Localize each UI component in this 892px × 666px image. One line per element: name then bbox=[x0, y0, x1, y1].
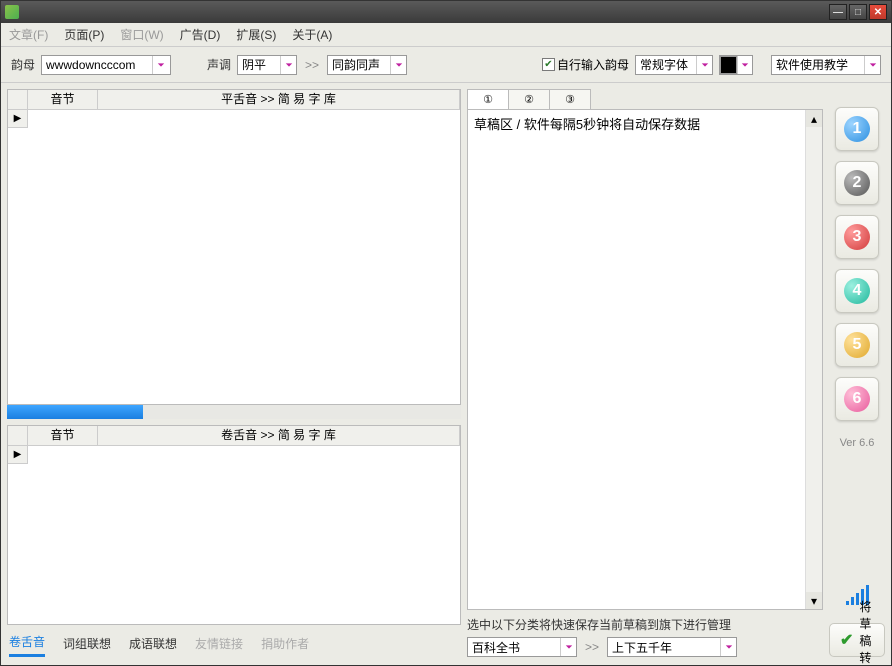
font-combo[interactable]: 常规字体 bbox=[635, 55, 713, 75]
color-dropdown-icon[interactable] bbox=[737, 56, 752, 74]
close-button[interactable]: ✕ bbox=[869, 4, 887, 20]
draft-textarea[interactable] bbox=[468, 110, 805, 609]
tab-juanshe[interactable]: 卷舌音 bbox=[9, 633, 45, 657]
self-input-checkbox[interactable]: ✔ 自行输入韵母 bbox=[542, 56, 629, 73]
yunmu-input[interactable] bbox=[42, 56, 152, 74]
scroll-up-icon[interactable]: ▴ bbox=[806, 110, 822, 127]
yunmu-dropdown-icon[interactable] bbox=[152, 56, 168, 74]
top-grid-body[interactable]: ▶ bbox=[8, 110, 460, 404]
category-hint: 选中以下分类将快速保存当前草稿到旗下进行管理 bbox=[467, 610, 823, 637]
tutorial-value: 软件使用教学 bbox=[772, 56, 864, 73]
bottom-grid-body[interactable]: ▶ bbox=[8, 446, 460, 624]
draft-tab-2[interactable]: ② bbox=[508, 89, 550, 109]
tutorial-dropdown-icon[interactable] bbox=[864, 56, 880, 74]
color-picker[interactable] bbox=[719, 55, 753, 75]
right-column: ① ② ③ ▴ ▾ 选中以下分类将快速保存当前草稿到旗下进行管理 百科全书 bbox=[467, 89, 885, 657]
tutorial-combo[interactable]: 软件使用教学 bbox=[771, 55, 881, 75]
save-draft-button[interactable]: ✔ 将草稿转存 bbox=[829, 623, 885, 657]
row-indicator-icon[interactable]: ▶ bbox=[8, 110, 28, 128]
separator-arrows: >> bbox=[303, 58, 321, 72]
menu-page[interactable]: 页面(P) bbox=[64, 26, 104, 43]
menu-ads[interactable]: 广告(D) bbox=[180, 26, 221, 43]
category1-combo[interactable]: 百科全书 bbox=[467, 637, 577, 657]
shengdiao-value: 阴平 bbox=[238, 56, 280, 73]
bottom-grid-header: 音节 卷舌音 >> 简 易 字 库 bbox=[8, 426, 460, 446]
toolbar: 韵母 声调 阴平 >> 同韵同声 ✔ 自行输入韵母 常规字体 bbox=[1, 47, 891, 83]
color-swatch bbox=[720, 56, 737, 74]
progress-bar[interactable] bbox=[7, 405, 461, 419]
col-pingshe[interactable]: 平舌音 >> 简 易 字 库 bbox=[98, 90, 460, 109]
minimize-button[interactable]: — bbox=[829, 4, 847, 20]
col-juanshe[interactable]: 卷舌音 >> 简 易 字 库 bbox=[98, 426, 460, 445]
draft-tab-1[interactable]: ① bbox=[467, 89, 509, 109]
draft-scrollbar[interactable]: ▴ ▾ bbox=[805, 110, 822, 609]
self-input-label: 自行输入韵母 bbox=[557, 56, 629, 73]
category2-dropdown-icon[interactable] bbox=[720, 638, 736, 656]
font-value: 常规字体 bbox=[636, 56, 696, 73]
preset-6-button[interactable]: 6 bbox=[835, 377, 879, 421]
tongyun-combo[interactable]: 同韵同声 bbox=[327, 55, 407, 75]
category-row: 百科全书 >> 上下五千年 bbox=[467, 637, 823, 657]
save-draft-label: 将草稿转存 bbox=[859, 598, 874, 666]
category2-combo[interactable]: 上下五千年 bbox=[607, 637, 737, 657]
top-grid-panel: 音节 平舌音 >> 简 易 字 库 ▶ bbox=[7, 89, 461, 405]
tab-cizhu[interactable]: 词组联想 bbox=[63, 635, 111, 656]
font-dropdown-icon[interactable] bbox=[696, 56, 712, 74]
preset-4-button[interactable]: 4 bbox=[835, 269, 879, 313]
preset-5-button[interactable]: 5 bbox=[835, 323, 879, 367]
preset-2-button[interactable]: 2 bbox=[835, 161, 879, 205]
app-icon bbox=[5, 5, 19, 19]
tab-links[interactable]: 友情链接 bbox=[195, 635, 243, 656]
menu-window[interactable]: 窗口(W) bbox=[120, 26, 163, 43]
menu-about[interactable]: 关于(A) bbox=[292, 26, 332, 43]
draft-tabs: ① ② ③ bbox=[467, 89, 823, 109]
draft-area: ▴ ▾ bbox=[467, 109, 823, 610]
menubar: 文章(F) 页面(P) 窗口(W) 广告(D) 扩展(S) 关于(A) bbox=[1, 23, 891, 47]
checkbox-icon: ✔ bbox=[542, 58, 555, 71]
yunmu-combo[interactable] bbox=[41, 55, 171, 75]
shengdiao-dropdown-icon[interactable] bbox=[280, 56, 296, 74]
shengdiao-combo[interactable]: 阴平 bbox=[237, 55, 297, 75]
version-label: Ver 6.6 bbox=[840, 437, 875, 449]
window-controls: — □ ✕ bbox=[829, 4, 887, 20]
category1-value: 百科全书 bbox=[468, 639, 560, 656]
row-selector-header[interactable] bbox=[8, 90, 28, 109]
maximize-button[interactable]: □ bbox=[849, 4, 867, 20]
tongyun-dropdown-icon[interactable] bbox=[390, 56, 406, 74]
preset-3-button[interactable]: 3 bbox=[835, 215, 879, 259]
bottom-grid-panel: 音节 卷舌音 >> 简 易 字 库 ▶ bbox=[7, 425, 461, 625]
app-window: — □ ✕ 文章(F) 页面(P) 窗口(W) 广告(D) 扩展(S) 关于(A… bbox=[0, 0, 892, 666]
draft-column: ① ② ③ ▴ ▾ 选中以下分类将快速保存当前草稿到旗下进行管理 百科全书 bbox=[467, 89, 823, 657]
draft-tab-3[interactable]: ③ bbox=[549, 89, 591, 109]
tab-donate[interactable]: 捐助作者 bbox=[261, 635, 309, 656]
body-area: 音节 平舌音 >> 简 易 字 库 ▶ 音节 卷舌音 >> 简 易 字 库 ▶ bbox=[1, 83, 891, 665]
row-indicator-icon[interactable]: ▶ bbox=[8, 446, 28, 464]
top-grid-header: 音节 平舌音 >> 简 易 字 库 bbox=[8, 90, 460, 110]
check-icon: ✔ bbox=[840, 630, 853, 650]
side-column: 1 2 3 4 5 6 Ver 6.6 ✔ 将草稿转存 bbox=[829, 89, 885, 657]
bottom-tabs: 卷舌音 词组联想 成语联想 友情链接 捐助作者 bbox=[7, 625, 461, 657]
tab-chengyu[interactable]: 成语联想 bbox=[129, 635, 177, 656]
scroll-down-icon[interactable]: ▾ bbox=[806, 592, 822, 609]
yunmu-label: 韵母 bbox=[11, 56, 35, 73]
row-selector-header[interactable] bbox=[8, 426, 28, 445]
progress-fill bbox=[7, 405, 143, 419]
menu-extend[interactable]: 扩展(S) bbox=[236, 26, 276, 43]
menu-article[interactable]: 文章(F) bbox=[9, 26, 48, 43]
category2-value: 上下五千年 bbox=[608, 639, 720, 656]
tongyun-value: 同韵同声 bbox=[328, 56, 390, 73]
titlebar[interactable]: — □ ✕ bbox=[1, 1, 891, 23]
col-yinjie[interactable]: 音节 bbox=[28, 426, 98, 445]
separator-arrows: >> bbox=[583, 640, 601, 654]
category1-dropdown-icon[interactable] bbox=[560, 638, 576, 656]
preset-1-button[interactable]: 1 bbox=[835, 107, 879, 151]
col-yinjie[interactable]: 音节 bbox=[28, 90, 98, 109]
shengdiao-label: 声调 bbox=[207, 56, 231, 73]
left-column: 音节 平舌音 >> 简 易 字 库 ▶ 音节 卷舌音 >> 简 易 字 库 ▶ bbox=[7, 89, 461, 657]
